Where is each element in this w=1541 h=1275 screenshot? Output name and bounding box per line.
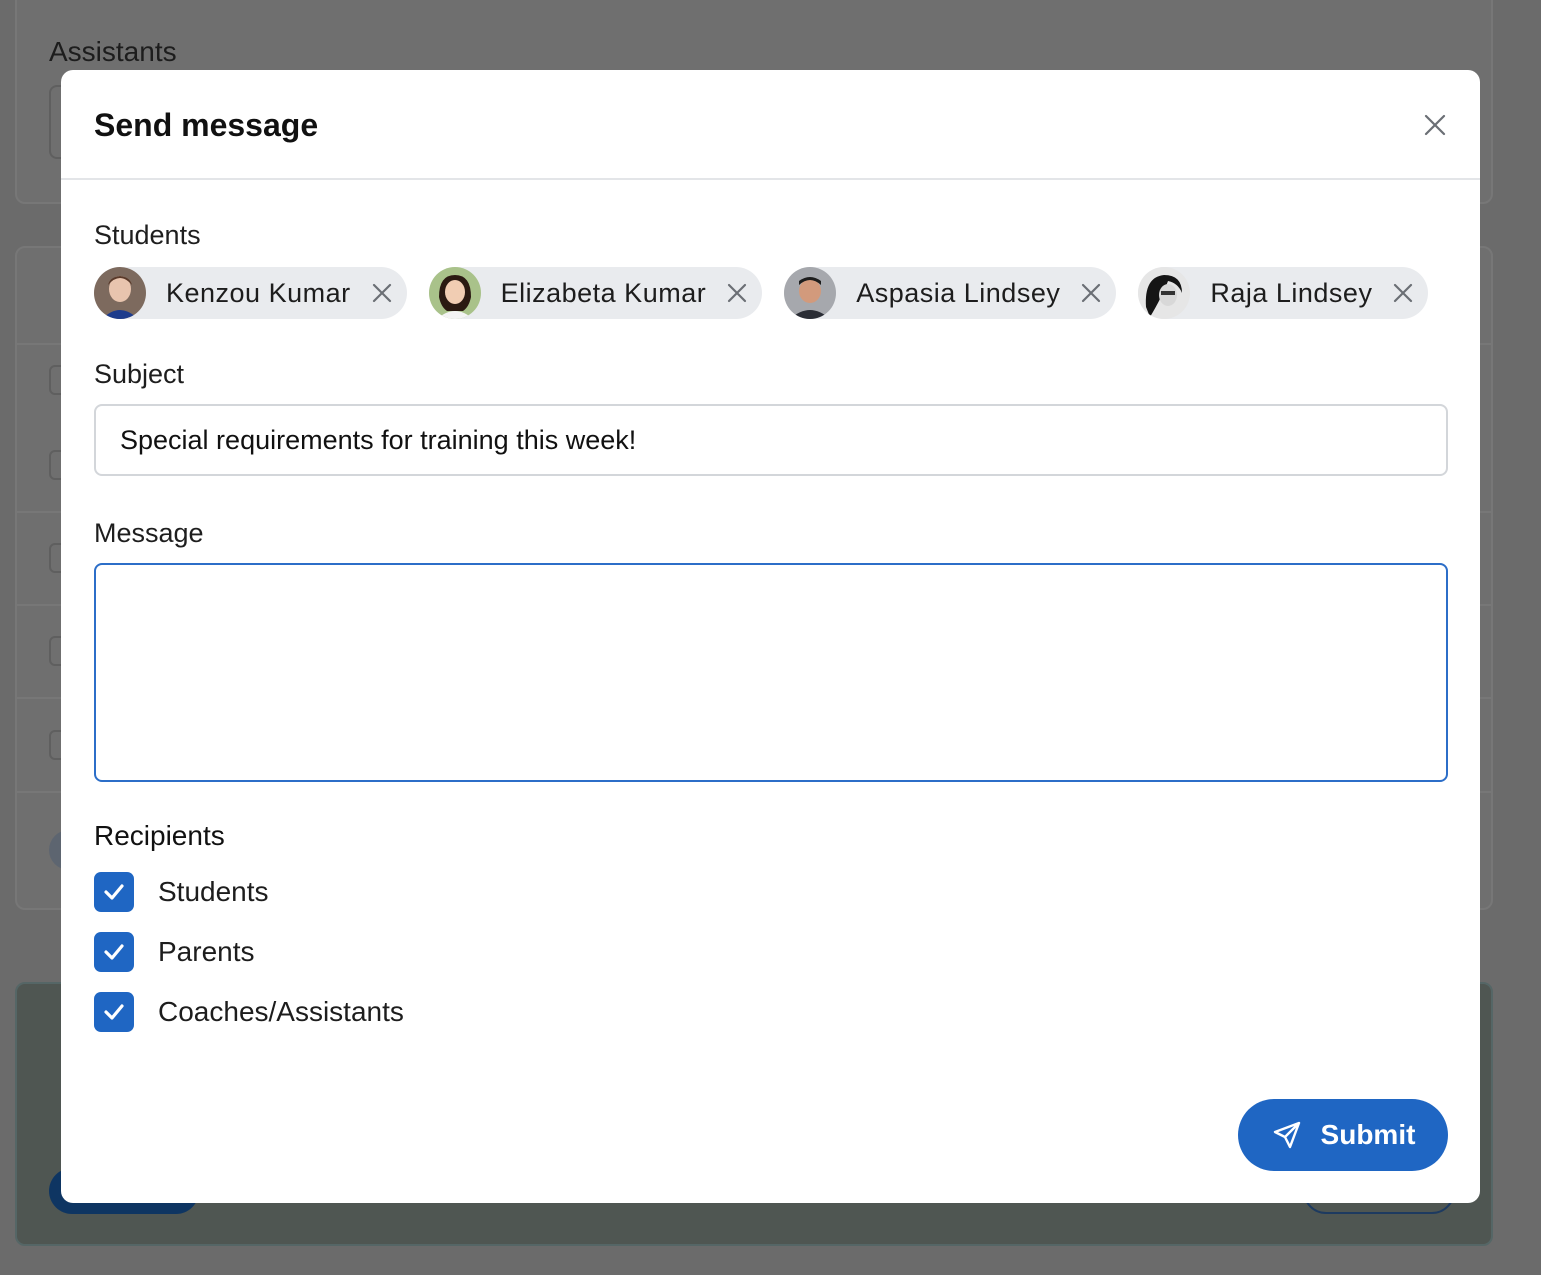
chip-name: Elizabeta Kumar bbox=[500, 277, 707, 308]
student-chip: Raja Lindsey bbox=[1138, 267, 1429, 319]
student-chip: Elizabeta Kumar bbox=[428, 267, 763, 319]
remove-chip-icon bbox=[728, 283, 747, 303]
message-label: Message bbox=[94, 518, 204, 548]
close-icon bbox=[1424, 114, 1446, 136]
send-message-modal: Send message Students Kenzou Kumar Eliza… bbox=[61, 70, 1480, 1203]
recipient-students-checkbox[interactable] bbox=[94, 872, 134, 912]
avatar bbox=[784, 267, 837, 319]
checkbox-label: Students bbox=[158, 876, 269, 907]
students-label: Students bbox=[94, 220, 201, 250]
modal-title: Send message bbox=[94, 107, 319, 143]
remove-chip-button[interactable] bbox=[1078, 280, 1104, 306]
remove-chip-button[interactable] bbox=[724, 280, 750, 306]
checkbox-label: Coaches/Assistants bbox=[158, 996, 404, 1027]
checkmark-icon bbox=[104, 944, 124, 960]
subject-input-value: Special requirements for training this w… bbox=[120, 424, 637, 455]
avatar bbox=[1138, 267, 1191, 319]
recipient-parents-option: Parents bbox=[94, 932, 1447, 972]
recipient-parents-checkbox[interactable] bbox=[94, 932, 134, 972]
students-chip-list: Kenzou Kumar Elizabeta Kumar Aspasia Lin… bbox=[94, 267, 1447, 319]
recipients-label: Recipients bbox=[94, 820, 225, 851]
send-icon bbox=[1273, 1121, 1300, 1149]
student-chip: Kenzou Kumar bbox=[94, 267, 407, 319]
avatar bbox=[428, 267, 481, 319]
checkbox-label: Parents bbox=[158, 936, 255, 967]
checkmark-icon bbox=[104, 884, 124, 900]
submit-label: Submit bbox=[1320, 1119, 1416, 1150]
recipient-coaches-option: Coaches/Assistants bbox=[94, 992, 1447, 1032]
submit-button[interactable]: Submit bbox=[1238, 1099, 1448, 1171]
subject-input[interactable]: Special requirements for training this w… bbox=[94, 404, 1448, 476]
student-chip: Aspasia Lindsey bbox=[784, 267, 1117, 319]
modal-body: Students Kenzou Kumar Elizabeta Kumar As… bbox=[61, 180, 1480, 1203]
chip-name: Aspasia Lindsey bbox=[856, 277, 1061, 308]
assistants-label: Assistants bbox=[49, 36, 177, 67]
avatar bbox=[94, 267, 146, 319]
modal-header: Send message bbox=[61, 70, 1480, 180]
recipient-coaches-checkbox[interactable] bbox=[94, 992, 134, 1032]
chip-name: Kenzou Kumar bbox=[166, 277, 351, 308]
chip-name: Raja Lindsey bbox=[1210, 277, 1373, 308]
subject-label: Subject bbox=[94, 359, 185, 389]
remove-chip-icon bbox=[1394, 283, 1413, 303]
checkmark-icon bbox=[104, 1004, 124, 1020]
close-button[interactable] bbox=[1420, 110, 1450, 140]
remove-chip-icon bbox=[372, 283, 391, 303]
remove-chip-button[interactable] bbox=[1390, 280, 1416, 306]
remove-chip-button[interactable] bbox=[369, 280, 395, 306]
message-textarea[interactable] bbox=[94, 563, 1448, 782]
remove-chip-icon bbox=[1082, 283, 1101, 303]
recipient-students-option: Students bbox=[94, 872, 1447, 912]
